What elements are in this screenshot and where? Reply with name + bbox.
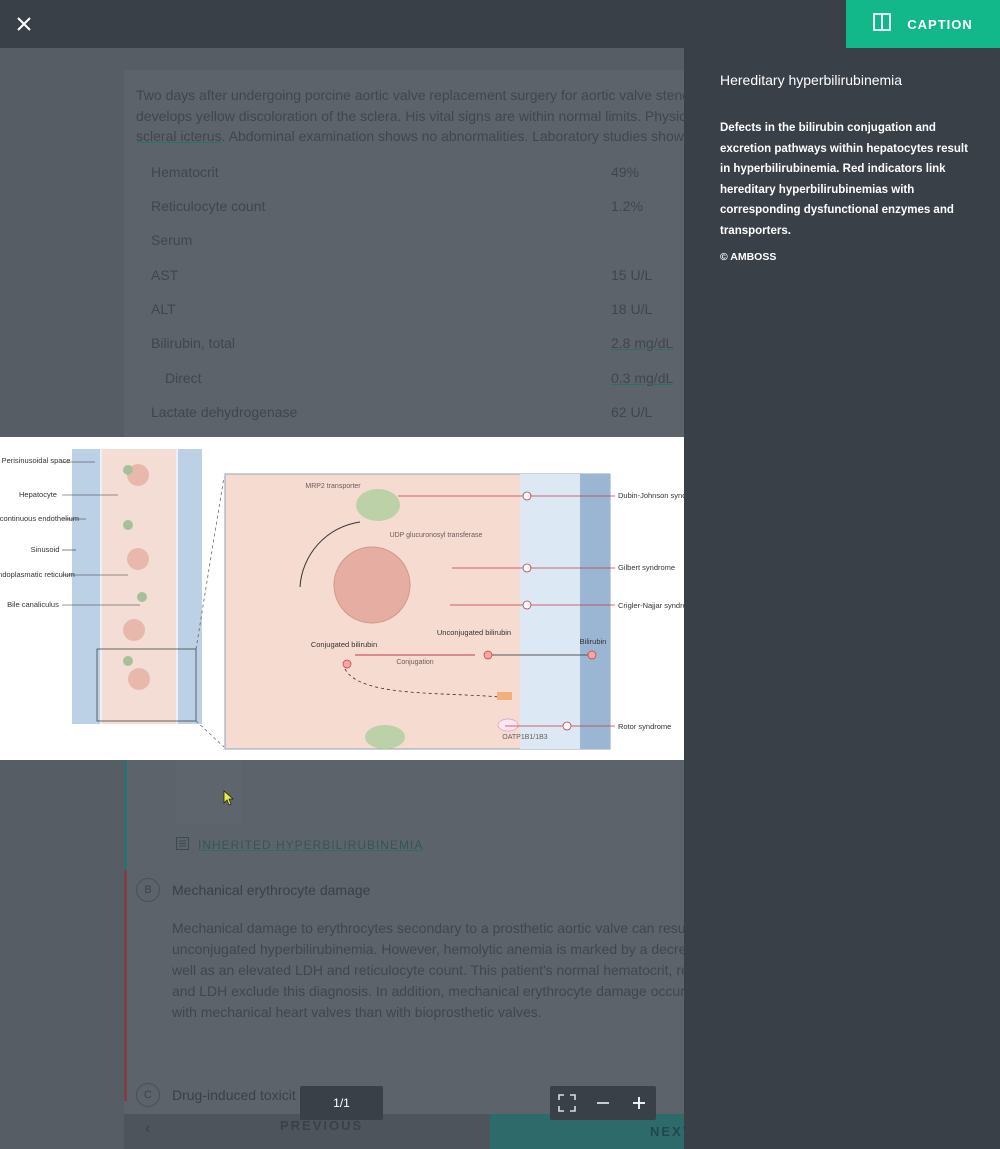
- unconjugated-bilirubin-dot: [483, 650, 493, 660]
- lab-value-ldh: 62 U/L: [611, 404, 653, 420]
- viewer-toolbar: CAPTION: [0, 0, 1000, 48]
- close-icon[interactable]: [12, 12, 36, 36]
- label-dubin-johnson: Dubin-Johnson syndrome: [618, 491, 684, 500]
- option-b-line-2: unconjugated hyperbilirubinemia. However…: [172, 941, 695, 957]
- option-c-letter[interactable]: C: [136, 1083, 160, 1107]
- label-unconjugated: Unconjugated bilirubin: [437, 628, 511, 637]
- page-indicator: 1/1: [300, 1086, 383, 1120]
- dubin-johnson-indicator: [522, 491, 532, 501]
- option-b-indicator: [124, 870, 127, 1101]
- question-line-2: develops yellow discoloration of the scl…: [136, 108, 694, 124]
- label-crigler-najjar: Crigler-Najjar syndrome: [618, 601, 684, 610]
- option-b-line-3: well as an elevated LDH and reticulocyte…: [172, 962, 689, 978]
- overview-nucleus-2: [127, 548, 149, 570]
- overview-canaliculus-2: [123, 520, 133, 530]
- label-mrp2: MRP2 transporter: [305, 483, 361, 490]
- label-discontinuous-endothelium: Discontinuous endothelium: [0, 514, 79, 523]
- oatp-transporter: [497, 692, 512, 700]
- conjugated-bilirubin-dot: [342, 659, 352, 669]
- question-line-1: Two days after undergoing porcine aortic…: [136, 87, 691, 103]
- lab-name-direct: Direct: [165, 370, 202, 386]
- fullscreen-icon[interactable]: [550, 1086, 584, 1120]
- label-bilirubin: Bilirubin: [580, 637, 607, 646]
- lab-value-ast: 15 U/L: [611, 267, 653, 283]
- mrp2-transporter-top: [356, 489, 400, 521]
- lab-name-serum: Serum: [151, 232, 193, 248]
- caption-title: Hereditary hyperbilirubinemia: [720, 72, 903, 88]
- mouse-cursor-icon: [223, 790, 235, 811]
- caption-label: CAPTION: [907, 16, 973, 32]
- chevron-left-icon[interactable]: ‹: [145, 1120, 150, 1138]
- lab-value-direct[interactable]: 0.3 mg/dL: [611, 370, 673, 386]
- zoom-controls: [550, 1086, 656, 1120]
- zoom-line-bottom: [195, 720, 225, 748]
- overview-nucleus-4: [128, 668, 150, 690]
- overview-endothelium-right: [178, 449, 202, 724]
- label-udp: UDP glucuronosyl transferase: [390, 532, 483, 539]
- rotor-indicator: [562, 721, 572, 731]
- caption-copyright: © AMBOSS: [720, 251, 777, 263]
- caption-panel: Hereditary hyperbilirubinemia Defects in…: [684, 48, 1000, 1149]
- lab-value-reticulocyte: 1.2%: [611, 198, 643, 214]
- overview-canaliculus-3: [137, 592, 147, 602]
- option-b-letter[interactable]: B: [136, 878, 160, 902]
- label-sinusoid: Sinusoid: [31, 545, 60, 554]
- crigler-najjar-indicator: [522, 600, 532, 610]
- overview-nucleus-3: [123, 619, 145, 641]
- overview-endothelium-left: [72, 449, 100, 724]
- zoom-in-icon[interactable]: [622, 1086, 656, 1120]
- lab-name-alt: ALT: [151, 301, 176, 317]
- caption-button[interactable]: CAPTION: [846, 0, 1000, 48]
- label-endoplasmatic-reticulum: Endoplasmatic reticulum: [0, 570, 75, 579]
- label-gilbert: Gilbert syndrome: [618, 563, 675, 572]
- label-conjugated: Conjugated bilirubin: [311, 640, 377, 649]
- question-line-3: scleral icterus. Abdominal examination s…: [136, 126, 688, 147]
- gilbert-indicator: [522, 563, 532, 573]
- inherited-hyperbilirubinemia-link[interactable]: INHERITED HYPERBILIRUBINEMIA: [198, 835, 423, 856]
- label-conjugation: Conjugation: [396, 659, 433, 666]
- option-b-title[interactable]: Mechanical erythrocyte damage: [172, 880, 370, 901]
- question-line-3-rest: . Abdominal examination shows no abnorma…: [221, 128, 688, 144]
- option-b-line-4: and LDH exclude this diagnosis. In addit…: [172, 983, 692, 999]
- scleral-icterus-link[interactable]: scleral icterus: [136, 128, 222, 144]
- label-oatp: OATP1B1/1B3: [502, 734, 548, 741]
- mrp2-transporter-bottom: [365, 725, 405, 749]
- label-perisinusoidal-space: Perisinusoidal space: [2, 456, 71, 465]
- option-b-line-5: with mechanical heart valves than with b…: [172, 1004, 542, 1020]
- lab-name-ldh: Lactate dehydrogenase: [151, 404, 298, 420]
- option-b-line-1: Mechanical damage to erythrocytes second…: [172, 920, 689, 936]
- label-rotor: Rotor syndrome: [618, 722, 671, 731]
- overview-canaliculus-4: [123, 656, 133, 666]
- detail-sinusoid-wall: [580, 474, 610, 749]
- previous-button[interactable]: PREVIOUS: [280, 1118, 363, 1133]
- label-bile-canaliculus: Bile canaliculus: [7, 600, 59, 609]
- lab-value-alt: 18 U/L: [611, 301, 653, 317]
- bilirubin-dot: [587, 650, 597, 660]
- article-icon: [176, 837, 189, 855]
- lab-value-hematocrit: 49%: [611, 164, 640, 180]
- lab-name-ast: AST: [151, 267, 179, 283]
- lab-value-bilirubin-total[interactable]: 2.8 mg/dL: [611, 335, 673, 351]
- detail-nucleus: [333, 546, 411, 624]
- figure-image[interactable]: Perisinusoidal space Hepatocyte Disconti…: [0, 437, 703, 760]
- caption-body: Defects in the bilirubin conjugation and…: [720, 122, 968, 237]
- label-hepatocyte: Hepatocyte: [19, 490, 57, 499]
- lab-name-reticulocyte: Reticulocyte count: [151, 198, 266, 214]
- zoom-out-icon[interactable]: [586, 1086, 620, 1120]
- lab-name-hematocrit: Hematocrit: [151, 164, 219, 180]
- overview-canaliculus-1: [123, 465, 133, 475]
- oatp-vesicle: [497, 718, 519, 732]
- lab-name-bilirubin-total: Bilirubin, total: [151, 335, 236, 351]
- option-c-title[interactable]: Drug-induced toxicit: [172, 1085, 296, 1106]
- hyperbilirubinemia-diagram: Perisinusoidal space Hepatocyte Disconti…: [0, 449, 703, 750]
- sidebar-panel-icon: [873, 12, 892, 36]
